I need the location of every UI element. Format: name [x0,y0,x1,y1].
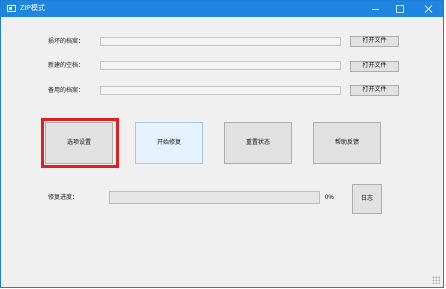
reset-status-button[interactable]: 重置状态 [224,122,292,164]
maximize-button[interactable] [388,1,412,17]
open-damaged-archive-button[interactable]: 打开文件 [350,36,399,47]
window-title: ZIP模式 [20,5,45,12]
new-empty-archive-label: 新建的空档： [48,63,85,69]
backup-archive-label: 备用的档案： [48,88,85,94]
damaged-archive-input[interactable] [100,37,341,46]
open-backup-archive-button[interactable]: 打开文件 [350,85,399,96]
open-new-empty-archive-button[interactable]: 打开文件 [350,61,399,72]
resize-grip[interactable] [432,276,440,284]
repair-progress-bar [109,191,320,204]
start-repair-button[interactable]: 开始修复 [135,122,203,164]
close-button[interactable] [415,1,443,17]
minimize-button[interactable] [364,1,388,17]
options-settings-button[interactable]: 选项设置 [45,122,113,164]
progress-percent: 0% [325,195,334,201]
backup-archive-input[interactable] [100,86,341,95]
app-window-icon [7,5,16,12]
log-button[interactable]: 日志 [352,184,382,214]
main-window: ZIP模式 损坏的档案： 打开文件 新建的空档： 打开文件 备用的档案： 打开文… [0,0,444,288]
help-feedback-button[interactable]: 帮助反馈 [313,122,381,164]
repair-progress-label: 修复进度： [48,195,79,201]
title-bar[interactable]: ZIP模式 [1,1,443,17]
new-empty-archive-input[interactable] [100,61,341,70]
damaged-archive-label: 损坏的档案： [48,39,85,45]
